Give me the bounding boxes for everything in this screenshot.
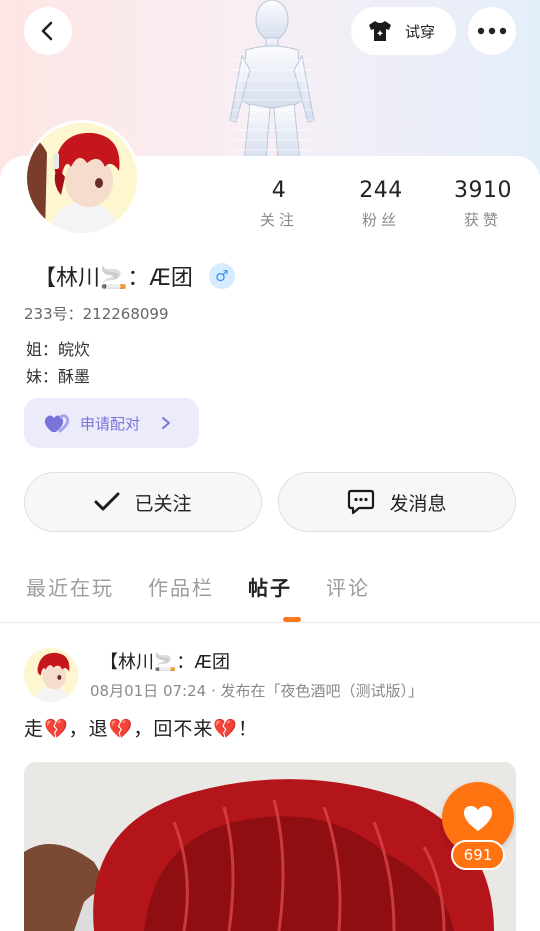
try-on-label: 试穿: [405, 22, 436, 41]
message-label: 发消息: [389, 492, 447, 515]
profile-tabs: 最近在玩 作品栏 帖子 评论: [26, 572, 370, 601]
post-author-avatar[interactable]: [24, 648, 78, 702]
male-gender-icon: ♂: [208, 263, 235, 289]
avatar[interactable]: [24, 120, 140, 236]
post-meta: 08月01日 07:24 · 发布在「夜色酒吧（测试版）」: [90, 682, 423, 700]
chevron-left-icon: [41, 21, 53, 41]
nickname-text: 【林川🚬：Æ团: [34, 266, 193, 291]
post-author-name[interactable]: 【林川🚬：Æ团: [100, 648, 230, 674]
more-button[interactable]: [468, 7, 516, 55]
profile-nickname: 【林川🚬：Æ团 ♂: [34, 260, 235, 292]
tab-recently-played[interactable]: 最近在玩: [26, 572, 114, 601]
tab-comments[interactable]: 评论: [326, 572, 370, 601]
stat-value: 3910: [454, 178, 512, 203]
tab-works[interactable]: 作品栏: [148, 572, 214, 601]
more-icon: [477, 27, 507, 35]
character-silhouette: [229, 0, 315, 160]
following-label: 已关注: [134, 492, 192, 515]
stat-likes[interactable]: 3910 获赞: [432, 178, 534, 230]
chat-bubble-icon: [348, 489, 375, 515]
pair-label: 申请配对: [80, 414, 141, 433]
chevron-right-icon: [162, 417, 171, 429]
stat-label: 获赞: [463, 211, 502, 229]
following-button[interactable]: 已关注: [24, 472, 262, 532]
bio-line: 姐：皖炊: [26, 340, 91, 359]
post-image-content: [24, 762, 516, 931]
try-on-button[interactable]: 试穿: [351, 7, 456, 55]
tshirt-icon: [369, 21, 391, 41]
checkmark-icon: [94, 492, 120, 511]
send-message-button[interactable]: 发消息: [278, 472, 516, 532]
stat-followers[interactable]: 244 粉丝: [330, 178, 432, 230]
tab-posts[interactable]: 帖子: [248, 572, 292, 601]
double-heart-icon: [44, 414, 70, 433]
stat-value: 4: [271, 178, 287, 203]
stat-value: 244: [359, 178, 403, 203]
profile-stats: 4 关注 244 粉丝 3910 获赞: [228, 178, 534, 230]
avatar-image: [27, 123, 137, 233]
avatar-image: [24, 648, 78, 702]
post-text: 走💔，退💔，回不来💔！: [24, 718, 258, 740]
heart-icon: [464, 806, 492, 831]
like-count: 691: [451, 840, 505, 870]
stat-label: 关注: [259, 211, 298, 229]
tabs-divider: [0, 622, 540, 623]
stat-label: 粉丝: [361, 211, 400, 229]
stat-following[interactable]: 4 关注: [228, 178, 330, 230]
post-image[interactable]: [24, 762, 516, 931]
apply-pair-button[interactable]: 申请配对: [24, 398, 199, 448]
bio-line: 妹：酥墨: [26, 367, 91, 386]
back-button[interactable]: [24, 7, 72, 55]
user-id: 233号：212268099: [24, 305, 169, 323]
